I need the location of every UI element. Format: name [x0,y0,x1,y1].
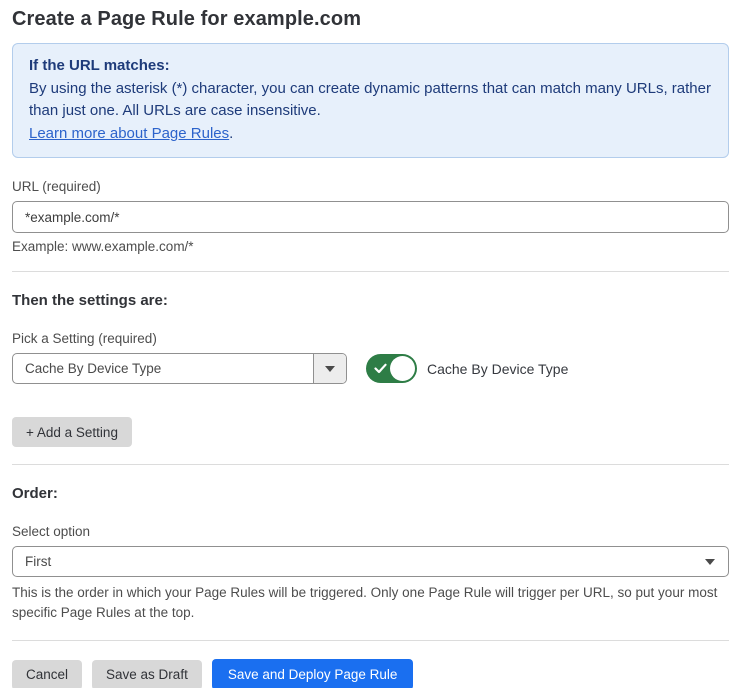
save-draft-button[interactable]: Save as Draft [92,660,202,688]
cache-device-toggle[interactable] [366,354,417,383]
order-helper-text: This is the order in which your Page Rul… [12,583,729,623]
link-suffix: . [229,125,233,142]
learn-more-link[interactable]: Learn more about Page Rules [29,125,229,142]
setting-row: Cache By Device Type Cache By Device Typ… [12,353,729,384]
info-box-heading: If the URL matches: [29,55,712,78]
order-select-value: First [13,554,728,569]
toggle-knob [390,356,415,381]
url-helper-text: Example: www.example.com/* [12,239,729,254]
url-input[interactable] [12,201,729,233]
save-deploy-button[interactable]: Save and Deploy Page Rule [212,659,414,688]
create-page-rule-form: Create a Page Rule for example.com If th… [0,0,750,688]
chevron-down-icon[interactable] [313,354,346,383]
check-icon [374,363,387,374]
footer-actions: Cancel Save as Draft Save and Deploy Pag… [12,659,729,688]
toggle-label: Cache By Device Type [427,361,568,377]
chevron-down-icon [705,559,715,565]
url-match-info-box: If the URL matches: By using the asteris… [12,43,729,158]
order-section-heading: Order: [12,485,729,502]
add-setting-button[interactable]: + Add a Setting [12,417,132,447]
triangle-down-glyph [325,366,335,372]
url-label: URL (required) [12,179,729,194]
page-title: Create a Page Rule for example.com [12,8,729,31]
setting-select[interactable]: Cache By Device Type [12,353,347,384]
order-select[interactable]: First [12,546,729,577]
setting-select-value: Cache By Device Type [13,361,313,376]
info-box-link-line: Learn more about Page Rules. [29,123,712,146]
divider [12,640,729,641]
info-box-body: By using the asterisk (*) character, you… [29,78,712,123]
divider [12,271,729,272]
settings-section-heading: Then the settings are: [12,292,729,309]
cancel-button[interactable]: Cancel [12,660,82,688]
divider [12,464,729,465]
select-option-label: Select option [12,524,729,539]
pick-setting-label: Pick a Setting (required) [12,331,729,346]
